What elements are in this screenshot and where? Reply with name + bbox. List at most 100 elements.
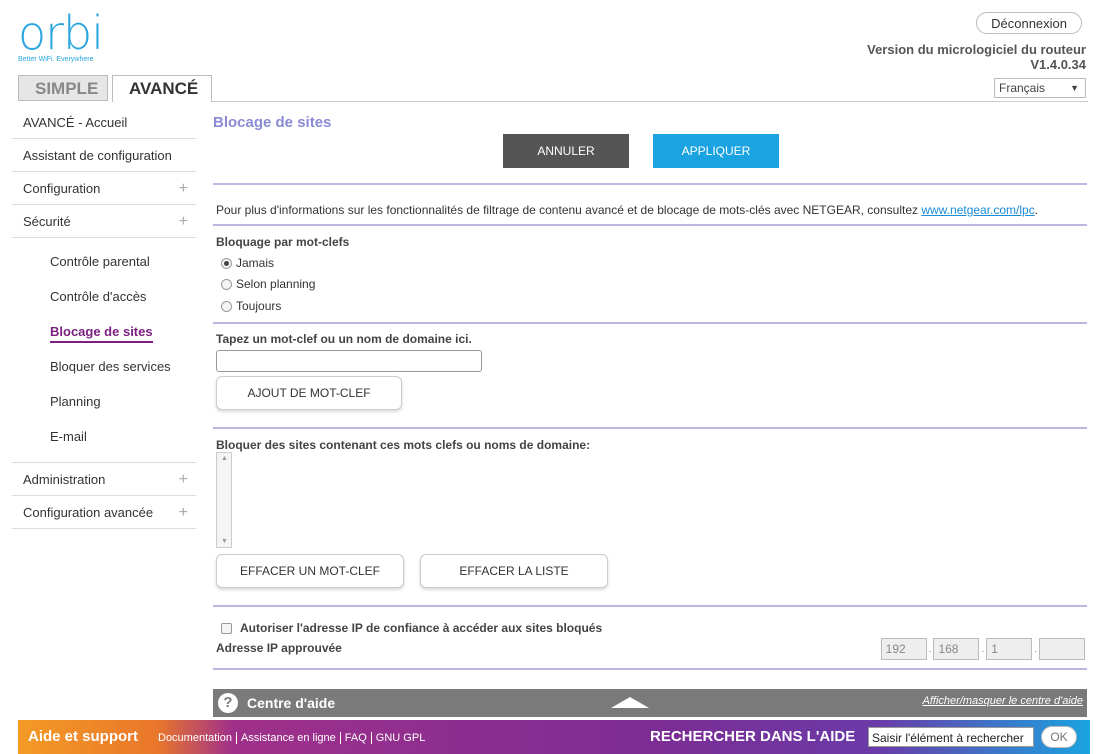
help-center-title: Centre d'aide xyxy=(247,695,336,711)
keyword-block-label: Bloquage par mot-clefs xyxy=(216,235,350,249)
plus-icon: + xyxy=(178,471,188,488)
sidebar-item-bloquer-services[interactable]: Bloquer des services xyxy=(12,349,196,384)
section-divider xyxy=(213,183,1087,185)
sidebar-item-administration[interactable]: Administration + xyxy=(12,463,196,496)
sidebar-item-label: Bloquer des services xyxy=(50,359,171,374)
block-list-label: Bloquer des sites contenant ces mots cle… xyxy=(216,438,591,452)
help-icon: ? xyxy=(218,693,238,713)
approved-ip-fields: 192 . 168 . 1 . xyxy=(880,638,1085,660)
scroll-down-icon[interactable]: ▼ xyxy=(221,538,228,545)
logo-wordmark: orbi xyxy=(18,6,104,60)
ip-octet-4[interactable] xyxy=(1039,638,1085,660)
radio-button[interactable] xyxy=(221,278,232,290)
chevron-down-icon: ▼ xyxy=(1070,83,1079,93)
apply-button[interactable]: APPLIQUER xyxy=(653,134,779,168)
sidebar-item-label: Sécurité xyxy=(23,214,71,229)
sidebar-item-assistant[interactable]: Assistant de configuration xyxy=(12,139,196,172)
sidebar-item-controle-acces[interactable]: Contrôle d'accès xyxy=(12,279,196,314)
trusted-ip-checkbox[interactable] xyxy=(221,622,232,634)
radio-jamais[interactable]: Jamais xyxy=(221,256,274,270)
cancel-button[interactable]: ANNULER xyxy=(503,134,629,168)
ip-octet-3[interactable]: 1 xyxy=(986,638,1033,660)
language-value: Français xyxy=(999,81,1046,95)
sidebar-item-label: Planning xyxy=(50,394,101,409)
sidebar-item-planning[interactable]: Planning xyxy=(12,384,196,419)
footer-title: Aide et support xyxy=(28,728,139,745)
radio-label: Selon planning xyxy=(236,277,316,291)
trusted-ip-option[interactable]: Autoriser l'adresse IP de confiance à ac… xyxy=(221,621,602,635)
mode-tabs: SIMPLE AVANCÉ xyxy=(18,75,212,102)
clear-list-button[interactable]: EFFACER LA LISTE xyxy=(420,554,608,588)
sidebar-item-label: Contrôle d'accès xyxy=(50,289,147,304)
keyword-input-label: Tapez un mot-clef ou un nom de domaine i… xyxy=(216,332,472,346)
delete-keyword-button[interactable]: EFFACER UN MOT-CLEF xyxy=(216,554,404,588)
help-search-ok-button[interactable]: OK xyxy=(1041,726,1077,748)
radio-label: Toujours xyxy=(236,299,282,313)
expand-arrow-icon[interactable] xyxy=(611,697,649,708)
footer-link-gnu-gpl[interactable]: GNU GPL xyxy=(372,732,430,744)
ip-octet-2[interactable]: 168 xyxy=(933,638,980,660)
plus-icon: + xyxy=(178,504,188,521)
info-text: Pour plus d'informations sur les fonctio… xyxy=(216,203,1038,217)
tab-simple[interactable]: SIMPLE xyxy=(18,75,108,101)
radio-selon-planning[interactable]: Selon planning xyxy=(221,277,315,291)
ip-octet-1[interactable]: 192 xyxy=(880,638,927,660)
plus-icon: + xyxy=(178,213,188,230)
keyword-input[interactable] xyxy=(216,350,482,372)
sidebar-item-configuration-avancee[interactable]: Configuration avancée + xyxy=(12,496,196,529)
language-select[interactable]: Français ▼ xyxy=(994,78,1086,98)
sidebar-item-blocage-sites[interactable]: Blocage de sites xyxy=(12,314,196,349)
help-center-bar[interactable]: ? Centre d'aide Afficher/masquer le cent… xyxy=(213,689,1087,717)
footer-link-faq[interactable]: FAQ xyxy=(341,732,372,744)
add-keyword-button[interactable]: AJOUT DE MOT-CLEF xyxy=(216,376,402,410)
header-divider xyxy=(212,101,1088,102)
firmware-label: Version du micrologiciel du routeur xyxy=(867,42,1086,57)
sidebar-item-avance-accueil[interactable]: AVANCÉ - Accueil xyxy=(12,106,196,139)
ip-separator: . xyxy=(928,643,932,655)
sidebar-item-configuration[interactable]: Configuration + xyxy=(12,172,196,205)
footer-link-assistance[interactable]: Assistance en ligne xyxy=(237,732,341,744)
plus-icon: + xyxy=(178,180,188,197)
footer-links: Documentation Assistance en ligne FAQ GN… xyxy=(154,732,429,744)
section-divider xyxy=(213,224,1087,226)
radio-button[interactable] xyxy=(221,300,232,312)
sidebar-item-email[interactable]: E-mail xyxy=(12,419,196,454)
sidebar-item-label: Contrôle parental xyxy=(50,254,150,269)
help-toggle-link[interactable]: Afficher/masquer le centre d'aide xyxy=(923,695,1083,707)
ip-separator: . xyxy=(981,643,985,655)
blocked-keywords-list[interactable]: ▲ ▼ xyxy=(216,452,232,548)
help-search-input[interactable]: Saisir l'élément à rechercher xyxy=(868,727,1034,747)
sidebar-item-securite[interactable]: Sécurité + xyxy=(12,205,196,238)
trusted-ip-label: Autoriser l'adresse IP de confiance à ac… xyxy=(240,621,603,635)
section-divider xyxy=(213,427,1087,429)
section-divider xyxy=(213,322,1087,324)
main-content: Blocage de sites ANNULER APPLIQUER Pour … xyxy=(213,106,1087,670)
radio-label: Jamais xyxy=(236,256,275,270)
sidebar-item-label: Blocage de sites xyxy=(50,324,153,343)
section-divider xyxy=(213,668,1087,670)
sidebar-item-label: Configuration avancée xyxy=(23,505,154,520)
sidebar-item-label: AVANCÉ - Accueil xyxy=(23,115,128,130)
sidebar-item-label: Administration xyxy=(23,472,106,487)
sidebar-item-controle-parental[interactable]: Contrôle parental xyxy=(12,244,196,279)
tab-avance[interactable]: AVANCÉ xyxy=(112,75,212,102)
sidebar-item-label: E-mail xyxy=(50,429,87,444)
footer-link-documentation[interactable]: Documentation xyxy=(154,732,237,744)
firmware-version: V1.4.0.34 xyxy=(1030,57,1086,72)
logo-tagline: Better WiFi. Everywhere xyxy=(18,56,94,63)
sidebar-item-label: Assistant de configuration xyxy=(23,148,172,163)
securite-submenu: Contrôle parental Contrôle d'accès Bloca… xyxy=(12,238,196,463)
approved-ip-label: Adresse IP approuvée xyxy=(216,641,342,655)
radio-toujours[interactable]: Toujours xyxy=(221,299,281,313)
scroll-up-icon[interactable]: ▲ xyxy=(221,455,228,462)
logout-button[interactable]: Déconnexion xyxy=(976,12,1082,34)
netgear-lpc-link[interactable]: www.netgear.com/lpc xyxy=(921,203,1034,217)
sidebar: AVANCÉ - Accueil Assistant de configurat… xyxy=(12,106,196,529)
orbi-logo: orbi Better WiFi. Everywhere xyxy=(18,10,138,70)
radio-button[interactable] xyxy=(221,257,232,269)
sidebar-item-label: Configuration xyxy=(23,181,101,196)
section-divider xyxy=(213,605,1087,607)
footer-search-label: RECHERCHER DANS L'AIDE xyxy=(650,728,856,745)
info-text-end: . xyxy=(1034,203,1039,217)
support-footer: Aide et support Documentation Assistance… xyxy=(18,720,1090,754)
